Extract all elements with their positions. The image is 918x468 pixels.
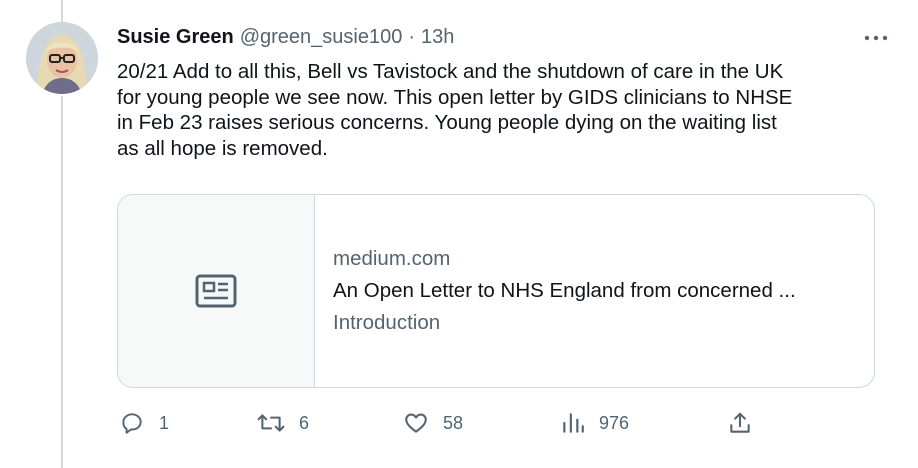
author-name[interactable]: Susie Green: [117, 26, 234, 49]
share-icon: [730, 412, 750, 433]
card-title: An Open Letter to NHS England from conce…: [333, 279, 796, 302]
tweet-text: 20/21 Add to all this, Bell vs Tavistock…: [117, 60, 793, 160]
card-description: Introduction: [333, 311, 441, 334]
avatar-image: [26, 22, 98, 94]
thread-line-top: [61, 0, 63, 22]
link-preview-card[interactable]: medium.com An Open Letter to NHS England…: [117, 194, 875, 388]
action-bar: 1 6 58 976: [117, 408, 757, 438]
reply-icon: [122, 413, 142, 434]
thread-line: [61, 96, 63, 468]
share-button[interactable]: [727, 408, 753, 438]
article-icon: [195, 274, 237, 308]
retweet-icon: [257, 414, 285, 432]
analytics-icon: [563, 413, 584, 433]
reply-count: 1: [159, 412, 170, 433]
card-body: medium.com An Open Letter to NHS England…: [315, 195, 874, 387]
like-count: 58: [443, 412, 464, 433]
retweet-count: 6: [299, 412, 310, 433]
reply-button[interactable]: 1: [119, 408, 169, 438]
more-options-button[interactable]: [862, 28, 890, 48]
view-count: 976: [599, 412, 630, 433]
more-horizontal-icon: [864, 35, 888, 41]
card-domain: medium.com: [333, 247, 451, 270]
heart-icon: [405, 413, 427, 433]
author-handle[interactable]: @green_susie100: [240, 26, 403, 49]
tweet-timestamp[interactable]: 13h: [421, 26, 454, 49]
card-thumbnail: [118, 195, 315, 387]
header-separator: ·: [408, 26, 416, 48]
avatar[interactable]: [26, 22, 98, 94]
like-button[interactable]: 58: [403, 408, 463, 438]
retweet-button[interactable]: 6: [257, 408, 309, 438]
tweet-header: Susie Green @green_susie100 · 13h: [117, 26, 454, 50]
views-button[interactable]: 976: [561, 408, 629, 438]
